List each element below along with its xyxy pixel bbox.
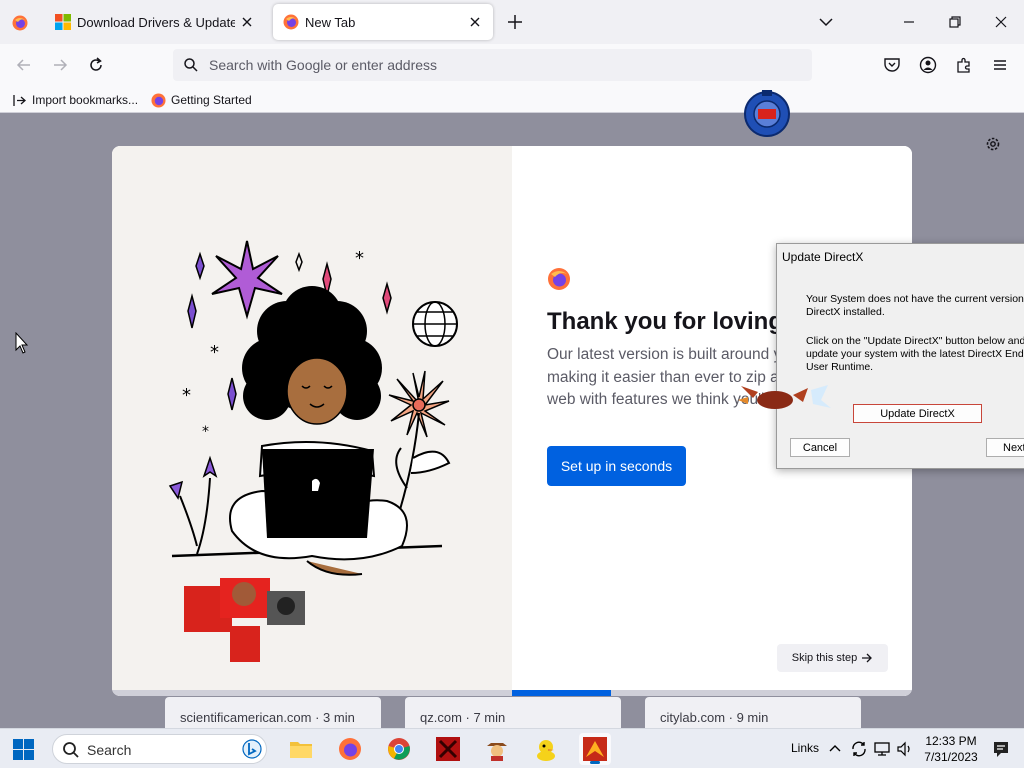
tab-strip: Download Drivers & Updates fo New Tab [0, 0, 1024, 44]
new-tab-plus-icon[interactable] [505, 12, 525, 32]
duck-app-taskbar-icon[interactable] [530, 733, 562, 765]
address-input[interactable] [209, 49, 799, 81]
onboarding-progress-fill [512, 690, 611, 696]
svg-text:*: * [210, 342, 219, 363]
tab-download-drivers[interactable]: Download Drivers & Updates fo [45, 4, 265, 40]
top-site-label: qz.com · 7 min [420, 710, 506, 725]
animated-bird-sprite [738, 385, 831, 409]
yellow-duck-icon [537, 740, 555, 761]
dialog-message: Your System does not have the current ve… [806, 293, 1024, 374]
red-app-taskbar-icon[interactable] [432, 733, 464, 765]
tab-label: New Tab [305, 14, 356, 30]
hamburger-menu-icon[interactable] [990, 55, 1010, 75]
tab-new-tab[interactable]: New Tab [273, 4, 493, 40]
clock-date: 7/31/2023 [924, 750, 978, 764]
system-clock[interactable]: 12:33 PM 7/31/2023 [920, 733, 982, 765]
tab-label: Download Drivers & Updates fo [77, 14, 235, 30]
address-bar[interactable] [173, 49, 812, 81]
top-site-tile[interactable]: citylab.com · 9 min [645, 697, 861, 728]
update-directx-dialog: Update DirectX Your System does not have… [776, 243, 1024, 469]
firefox-taskbar-icon[interactable] [334, 733, 366, 765]
next-button[interactable]: Next [986, 438, 1024, 457]
forward-arrow-icon[interactable] [50, 55, 70, 75]
firefox-logo-icon [548, 268, 570, 290]
top-site-label: scientificamerican.com · 3 min [180, 710, 355, 725]
arrow-right-icon [862, 653, 873, 663]
bookmark-label: Getting Started [171, 93, 252, 107]
mouse-cursor-icon [15, 332, 29, 354]
svg-text:*: * [355, 248, 364, 269]
svg-text:*: * [182, 385, 191, 406]
firefox-icon[interactable] [12, 15, 28, 31]
volume-icon[interactable] [896, 740, 914, 758]
bing-icon[interactable] [242, 739, 262, 759]
back-arrow-icon[interactable] [14, 55, 34, 75]
microsoft-logo-icon [55, 14, 71, 30]
restore-icon[interactable] [945, 12, 965, 32]
minimize-icon[interactable] [899, 12, 919, 32]
network-icon[interactable] [873, 740, 891, 758]
navigation-toolbar [0, 44, 1024, 86]
cancel-button[interactable]: Cancel [790, 438, 850, 457]
skip-step-label: Skip this step [791, 652, 858, 664]
dialog-message-line-1: Your System does not have the current ve… [806, 293, 1024, 318]
onboarding-headline: Thank you for loving F [547, 308, 805, 335]
gear-icon[interactable] [984, 135, 1002, 153]
close-tab-icon[interactable] [467, 14, 483, 30]
chevron-up-icon[interactable] [826, 740, 844, 758]
top-site-tile[interactable]: qz.com · 7 min [405, 697, 621, 728]
chrome-icon [388, 738, 410, 760]
bookmark-getting-started[interactable]: Getting Started [151, 91, 252, 109]
close-tab-icon[interactable] [239, 14, 255, 30]
desktop-buddy-widget[interactable] [742, 89, 792, 139]
top-site-label: citylab.com · 9 min [660, 710, 769, 725]
person-with-laptop-illustration: * * * * [168, 240, 458, 662]
skip-step-button[interactable]: Skip this step [777, 644, 888, 672]
taskbar-search-placeholder: Search [87, 742, 132, 758]
sync-icon[interactable] [850, 740, 868, 758]
chevron-down-icon[interactable] [817, 13, 835, 31]
chrome-taskbar-icon[interactable] [383, 733, 415, 765]
bookmark-label: Import bookmarks... [32, 93, 139, 107]
notification-icon[interactable] [992, 740, 1010, 758]
set-up-button[interactable]: Set up in seconds [547, 446, 686, 486]
active-app-taskbar-icon[interactable] [579, 733, 611, 765]
firefox-icon [283, 14, 299, 30]
onboarding-illustration-panel: * * * * [112, 146, 512, 696]
red-cross-app-icon [436, 737, 460, 761]
windows-start-icon[interactable] [13, 739, 34, 760]
search-icon [184, 58, 198, 72]
bookmarks-toolbar: Import bookmarks... Getting Started [0, 86, 1024, 113]
update-directx-button[interactable]: Update DirectX [853, 404, 982, 423]
file-explorer-taskbar-icon[interactable] [285, 733, 317, 765]
firefox-icon [339, 738, 361, 760]
account-icon[interactable] [918, 55, 938, 75]
phoenix-app-icon [583, 737, 607, 761]
extensions-puzzle-icon[interactable] [954, 55, 974, 75]
dialog-message-line-2: Click on the "Update DirectX" button bel… [806, 335, 1024, 373]
top-site-tile[interactable]: scientificamerican.com · 3 min [165, 697, 381, 728]
links-toolbar[interactable]: Links [791, 741, 819, 755]
search-icon [63, 742, 79, 758]
taskbar-search-box[interactable]: Search [52, 734, 267, 764]
import-icon [13, 94, 26, 106]
firefox-icon [151, 92, 166, 108]
cowboy-app-taskbar-icon[interactable] [481, 733, 513, 765]
reload-icon[interactable] [86, 55, 106, 75]
clock-time: 12:33 PM [925, 734, 977, 748]
close-window-icon[interactable] [991, 12, 1011, 32]
bookmark-import[interactable]: Import bookmarks... [12, 91, 138, 109]
pocket-icon[interactable] [882, 55, 902, 75]
dialog-title: Update DirectX [782, 250, 864, 264]
windows-taskbar: Search Links 12:33 PM 7/31/2023 [0, 728, 1024, 768]
cowboy-character-icon [487, 743, 507, 761]
folder-icon [290, 742, 312, 758]
svg-text:*: * [202, 424, 209, 440]
